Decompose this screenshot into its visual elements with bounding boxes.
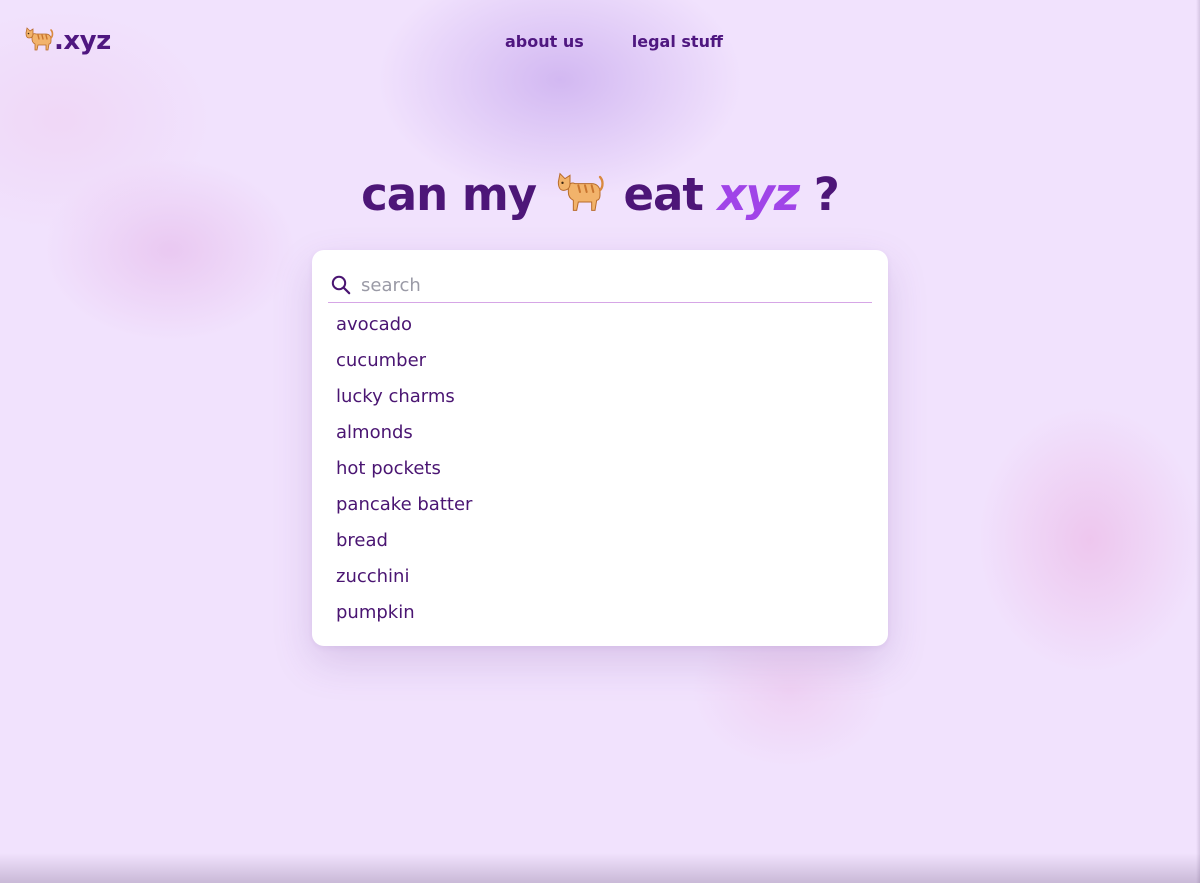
logo-text: .xyz xyxy=(54,26,111,56)
title-text-middle: eat xyxy=(623,168,703,221)
right-edge-shadow xyxy=(1196,0,1200,883)
result-item-lucky-charms[interactable]: lucky charms xyxy=(336,379,472,415)
title-text-start: can my xyxy=(361,168,537,221)
cat-icon xyxy=(24,26,54,59)
result-item-cucumber[interactable]: cucumber xyxy=(336,343,472,379)
bottom-edge-shadow xyxy=(0,853,1200,883)
result-item-pumpkin[interactable]: pumpkin xyxy=(336,595,472,631)
result-item-avocado[interactable]: avocado xyxy=(336,307,472,343)
search-bar xyxy=(328,268,872,303)
top-nav: about us legal stuff xyxy=(505,32,723,51)
search-card: avocado cucumber lucky charms almonds ho… xyxy=(312,250,888,646)
nav-link-legal-stuff[interactable]: legal stuff xyxy=(632,32,723,51)
site-logo[interactable]: .xyz xyxy=(24,26,111,59)
page-title: can my eat xyz ? xyxy=(0,168,1200,225)
search-icon xyxy=(330,274,352,296)
search-input[interactable] xyxy=(361,274,861,296)
result-item-bread[interactable]: bread xyxy=(336,523,472,559)
result-item-hot-pockets[interactable]: hot pockets xyxy=(336,451,472,487)
result-item-zucchini[interactable]: zucchini xyxy=(336,559,472,595)
cat-icon xyxy=(555,170,605,225)
title-question-mark: ? xyxy=(813,168,840,221)
result-item-almonds[interactable]: almonds xyxy=(336,415,472,451)
title-accent-text: xyz xyxy=(717,168,801,221)
result-item-pancake-batter[interactable]: pancake batter xyxy=(336,487,472,523)
nav-link-about-us[interactable]: about us xyxy=(505,32,584,51)
results-list: avocado cucumber lucky charms almonds ho… xyxy=(336,307,472,631)
